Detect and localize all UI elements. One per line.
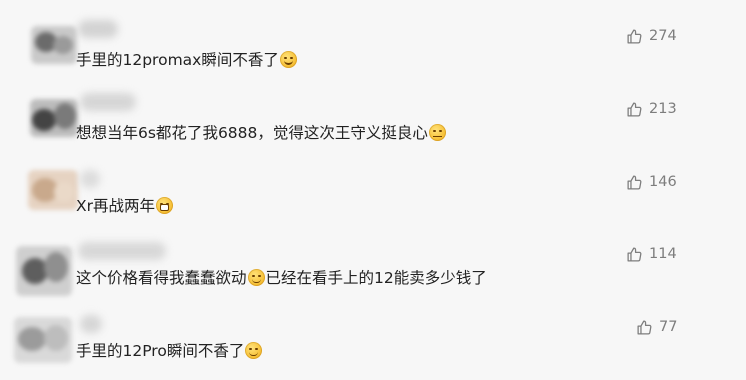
like-button[interactable]: 146: [626, 172, 677, 192]
smirk-face-emoji-icon: [247, 269, 265, 286]
comment-text: 手里的12Pro瞬间不香了: [76, 341, 263, 361]
thinking-face-emoji-icon: [428, 124, 446, 141]
comment-text: 这个价格看得我蠢蠢欲动 已经在看手上的12能卖多少钱了: [76, 268, 487, 288]
like-count: 146: [649, 174, 677, 190]
thumbs-up-icon: [627, 246, 642, 262]
comment-text-main: 手里的12Pro瞬间不香了: [76, 342, 245, 360]
like-button[interactable]: 77: [636, 317, 677, 337]
like-count: 77: [659, 319, 678, 335]
like-count: 274: [649, 28, 677, 44]
like-button[interactable]: 114: [626, 244, 677, 264]
username-redacted[interactable]: [78, 20, 118, 38]
thumbs-up-icon: [627, 174, 642, 190]
username-redacted[interactable]: [78, 242, 166, 260]
grinning-sweat-emoji-icon: [279, 51, 297, 68]
like-button[interactable]: 213: [626, 99, 677, 119]
username-redacted[interactable]: [80, 170, 100, 188]
like-count: 114: [649, 246, 677, 262]
thumbs-up-icon: [627, 101, 642, 117]
like-count: 213: [649, 101, 677, 117]
thumbs-up-icon: [627, 28, 642, 44]
comment-text: 手里的12promax瞬间不香了: [76, 50, 298, 70]
comment-list: 手里的12promax瞬间不香了 274 想想当年6s都花了我6888，觉得这次…: [0, 0, 746, 380]
avatar[interactable]: [16, 246, 72, 296]
avatar[interactable]: [31, 26, 77, 64]
comment-item: Xr再战两年 146: [0, 168, 746, 238]
like-button[interactable]: 274: [626, 26, 677, 46]
username-redacted[interactable]: [80, 93, 136, 111]
avatar[interactable]: [28, 170, 78, 210]
smirk-face-emoji-icon: [245, 342, 263, 359]
comment-item: 这个价格看得我蠢蠢欲动 已经在看手上的12能卖多少钱了 114: [0, 240, 746, 310]
comment-item: 手里的12promax瞬间不香了 274: [0, 20, 746, 92]
username-redacted[interactable]: [80, 315, 102, 333]
comment-item: 手里的12Pro瞬间不香了 77: [0, 313, 746, 380]
comment-text-main: 手里的12promax瞬间不香了: [76, 51, 279, 69]
comment-text: Xr再战两年: [76, 196, 174, 216]
comment-text-main: 这个价格看得我蠢蠢欲动: [76, 269, 247, 287]
thumbs-up-icon: [637, 319, 652, 335]
comment-text-tail: 已经在看手上的12能卖多少钱了: [265, 269, 487, 287]
comment-item: 想想当年6s都花了我6888，觉得这次王守义挺良心 213: [0, 93, 746, 165]
comment-text: 想想当年6s都花了我6888，觉得这次王守义挺良心: [76, 123, 447, 143]
grinning-face-emoji-icon: [156, 197, 173, 214]
avatar[interactable]: [14, 317, 72, 363]
comment-text-main: Xr再战两年: [76, 197, 155, 215]
comment-text-main: 想想当年6s都花了我6888，觉得这次王守义挺良心: [76, 124, 428, 142]
avatar[interactable]: [30, 99, 78, 137]
